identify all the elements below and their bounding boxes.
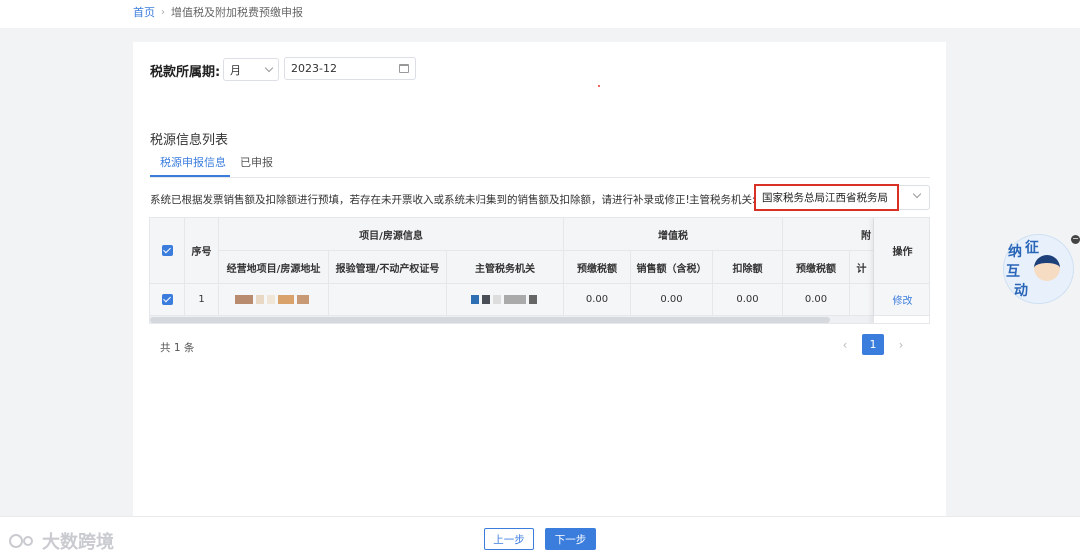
authority-value-highlight[interactable]: 国家税务总局江西省税务局 (754, 184, 899, 211)
header-surtax-prepaid: 预缴税额 (783, 251, 850, 284)
breadcrumb-current: 增值税及附加税费预缴申报 (171, 6, 303, 19)
decorative-dot (598, 85, 600, 87)
header-surtax-group: 附 (783, 218, 874, 251)
checkbox-checked-icon[interactable] (161, 245, 173, 256)
header-authority: 主管税务机关 (447, 251, 564, 284)
prev-page-icon[interactable]: ‹ (838, 338, 852, 352)
row-project-address-redacted (219, 284, 329, 316)
header-select-all[interactable] (150, 218, 185, 284)
scrollbar-thumb[interactable] (150, 317, 830, 323)
row-sales: 0.00 (631, 284, 713, 316)
widget-char: 动 (1014, 283, 1028, 299)
tab-bar: 税源申报信息 已申报 (150, 150, 930, 178)
authority-value: 国家税务总局江西省税务局 (762, 192, 888, 204)
header-prepaid: 预缴税额 (564, 251, 631, 284)
row-prepaid: 0.00 (564, 284, 631, 316)
period-type-select[interactable]: 月 (223, 58, 279, 81)
authority-label: 主管税务机关: (689, 194, 756, 206)
tax-source-table: 序号 项目/房源信息 增值税 附 经营地项目/房源地址 报验管理/不动产权证号 … (149, 217, 930, 324)
widget-close-icon[interactable]: − (1071, 235, 1080, 244)
breadcrumb-home-link[interactable]: 首页 (133, 4, 155, 20)
pagination: ‹ 1 › (838, 334, 908, 355)
notice-text: 系统已根据发票销售额及扣除额进行预填，若存在未开票收入或系统未归集到的销售额及扣… (150, 194, 690, 206)
row-surtax-partial (850, 284, 874, 316)
top-bar: 首页 › 增值税及附加税费预缴申报 (0, 0, 1080, 28)
row-deduction: 0.00 (713, 284, 783, 316)
header-sales: 销售额（含税） (631, 251, 713, 284)
period-label: 税款所属期: (150, 65, 221, 80)
watermark-text: 大数跨境 (42, 532, 114, 553)
period-date-value: 2023-12 (291, 62, 337, 75)
next-step-button[interactable]: 下一步 (545, 528, 596, 550)
tab-declared[interactable]: 已申报 (240, 154, 273, 170)
header-action: 操作 (874, 218, 929, 284)
breadcrumb: 首页 › 增值税及附加税费预缴申报 (133, 4, 303, 20)
period-type-value: 月 (230, 63, 241, 77)
action-column: 操作 修改 (874, 218, 929, 323)
row-license (329, 284, 447, 316)
row-seq: 1 (185, 284, 219, 316)
row-authority-redacted (447, 284, 564, 316)
row-select[interactable] (150, 284, 185, 316)
header-project-address: 经营地项目/房源地址 (219, 251, 329, 284)
row-surtax-prepaid: 0.00 (783, 284, 850, 316)
edit-link[interactable]: 修改 (874, 284, 929, 316)
total-count: 共 1 条 (160, 342, 195, 354)
next-page-icon[interactable]: › (894, 338, 908, 352)
previous-step-button[interactable]: 上一步 (484, 528, 534, 550)
checkbox-checked-icon[interactable] (161, 294, 173, 305)
calendar-icon (399, 64, 409, 73)
watermark-logo-icon (9, 534, 33, 548)
mascot-icon (1034, 255, 1060, 281)
header-deduction: 扣除额 (713, 251, 783, 284)
main-card: 税款所属期: 月 2023-12 税源信息列表 税源申报信息 已申报 系统已根据… (133, 42, 946, 517)
assistant-widget[interactable]: 征 纳 互 动 (1003, 234, 1074, 304)
widget-char: 互 (1006, 264, 1020, 280)
watermark: 大数跨境 (8, 528, 114, 554)
active-tab-indicator (150, 175, 230, 177)
page-number[interactable]: 1 (862, 334, 884, 355)
period-date-input[interactable]: 2023-12 (284, 57, 416, 80)
header-license: 报验管理/不动产权证号 (329, 251, 447, 284)
tab-declaration-info[interactable]: 税源申报信息 (160, 154, 226, 170)
section-title: 税源信息列表 (150, 133, 229, 148)
widget-char: 征 (1025, 240, 1039, 256)
widget-char: 纳 (1008, 244, 1022, 260)
header-vat-group: 增值税 (564, 218, 783, 251)
header-project-group: 项目/房源信息 (219, 218, 564, 251)
footer-bar: 大数跨境 上一步 下一步 (0, 516, 1080, 559)
breadcrumb-separator-icon: › (161, 6, 165, 18)
header-seq: 序号 (185, 218, 219, 284)
chevron-down-icon (264, 63, 274, 73)
header-surtax-partial: 计 (850, 251, 874, 284)
